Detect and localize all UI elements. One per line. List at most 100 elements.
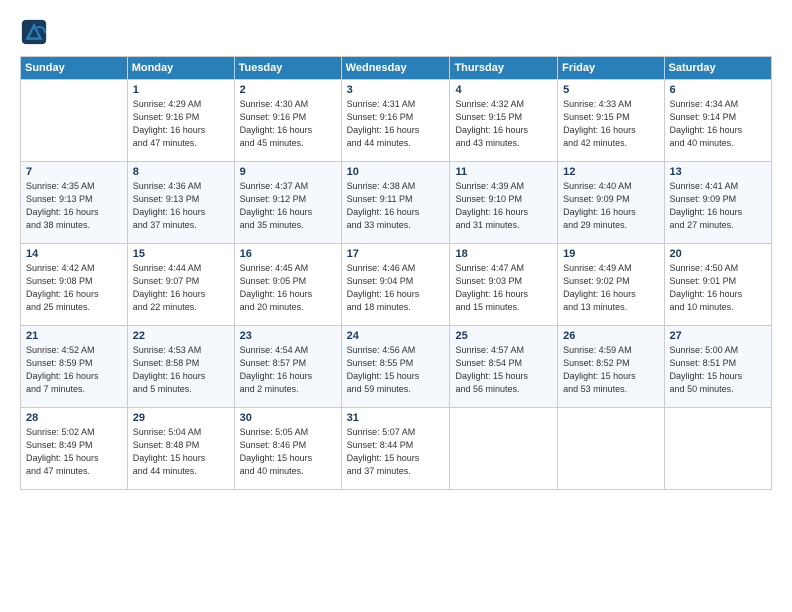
day-info: Sunrise: 4:33 AMSunset: 9:15 PMDaylight:… (563, 98, 658, 150)
calendar-cell: 26 Sunrise: 4:59 AMSunset: 8:52 PMDayligh… (558, 326, 664, 408)
calendar-cell: 2 Sunrise: 4:30 AMSunset: 9:16 PMDaylight… (234, 80, 341, 162)
day-info: Sunrise: 4:46 AMSunset: 9:04 PMDaylight:… (347, 262, 445, 314)
weekday-header-thursday: Thursday (450, 57, 558, 80)
calendar-cell: 8 Sunrise: 4:36 AMSunset: 9:13 PMDaylight… (127, 162, 234, 244)
day-info: Sunrise: 5:00 AMSunset: 8:51 PMDaylight:… (670, 344, 766, 396)
calendar-cell: 15Sunrise: 4:44 AMSunset: 9:07 PMDayligh… (127, 244, 234, 326)
calendar-cell: 1 Sunrise: 4:29 AMSunset: 9:16 PMDaylight… (127, 80, 234, 162)
day-number: 24 (347, 330, 445, 342)
calendar-cell: 14 Sunrise: 4:42 AMSunset: 9:08 PMDayligh… (21, 244, 128, 326)
calendar-cell: 27 Sunrise: 5:00 AMSunset: 8:51 PMDayligh… (664, 326, 771, 408)
day-info: Sunrise: 4:54 AMSunset: 8:57 PMDaylight:… (240, 344, 336, 396)
day-number: 10 (347, 166, 445, 178)
day-info: Sunrise: 4:59 AMSunset: 8:52 PMDaylight:… (563, 344, 658, 396)
day-info: Sunrise: 5:05 AMSunset: 8:46 PMDaylight:… (240, 426, 336, 478)
day-number: 19 (563, 248, 658, 260)
day-number: 14 (26, 248, 122, 260)
day-number: 7 (26, 166, 122, 178)
day-info: Sunrise: 4:57 AMSunset: 8:54 PMDaylight:… (455, 344, 552, 396)
day-number: 18 (455, 248, 552, 260)
calendar-cell: 5 Sunrise: 4:33 AMSunset: 9:15 PMDaylight… (558, 80, 664, 162)
day-number: 3 (347, 84, 445, 96)
day-number: 13 (670, 166, 766, 178)
calendar-cell: 16 Sunrise: 4:45 AMSunset: 9:05 PMDayligh… (234, 244, 341, 326)
weekday-header-wednesday: Wednesday (341, 57, 450, 80)
weekday-header-saturday: Saturday (664, 57, 771, 80)
day-number: 30 (240, 412, 336, 424)
logo (20, 18, 50, 46)
weekday-header-sunday: Sunday (21, 57, 128, 80)
day-info: Sunrise: 5:02 AMSunset: 8:49 PMDaylight:… (26, 426, 122, 478)
calendar-cell: 29 Sunrise: 5:04 AMSunset: 8:48 PMDayligh… (127, 408, 234, 490)
day-number: 31 (347, 412, 445, 424)
calendar-cell (21, 80, 128, 162)
day-number: 1 (133, 84, 229, 96)
day-number: 2 (240, 84, 336, 96)
calendar-cell: 19Sunrise: 4:49 AMSunset: 9:02 PMDayligh… (558, 244, 664, 326)
calendar-cell: 7 Sunrise: 4:35 AMSunset: 9:13 PMDaylight… (21, 162, 128, 244)
day-info: Sunrise: 4:41 AMSunset: 9:09 PMDaylight:… (670, 180, 766, 232)
day-info: Sunrise: 4:39 AMSunset: 9:10 PMDaylight:… (455, 180, 552, 232)
day-info: Sunrise: 4:53 AMSunset: 8:58 PMDaylight:… (133, 344, 229, 396)
calendar-cell: 21 Sunrise: 4:52 AMSunset: 8:59 PMDayligh… (21, 326, 128, 408)
day-info: Sunrise: 4:40 AMSunset: 9:09 PMDaylight:… (563, 180, 658, 232)
day-number: 5 (563, 84, 658, 96)
calendar-cell: 18 Sunrise: 4:47 AMSunset: 9:03 PMDayligh… (450, 244, 558, 326)
calendar-cell: 23Sunrise: 4:54 AMSunset: 8:57 PMDayligh… (234, 326, 341, 408)
day-number: 17 (347, 248, 445, 260)
logo-icon (20, 18, 48, 46)
calendar-cell: 20 Sunrise: 4:50 AMSunset: 9:01 PMDayligh… (664, 244, 771, 326)
day-info: Sunrise: 4:56 AMSunset: 8:55 PMDaylight:… (347, 344, 445, 396)
calendar-cell: 10 Sunrise: 4:38 AMSunset: 9:11 PMDayligh… (341, 162, 450, 244)
day-number: 29 (133, 412, 229, 424)
day-number: 9 (240, 166, 336, 178)
calendar-cell: 3 Sunrise: 4:31 AMSunset: 9:16 PMDaylight… (341, 80, 450, 162)
day-number: 26 (563, 330, 658, 342)
day-info: Sunrise: 5:04 AMSunset: 8:48 PMDaylight:… (133, 426, 229, 478)
calendar-cell: 11 Sunrise: 4:39 AMSunset: 9:10 PMDayligh… (450, 162, 558, 244)
calendar-cell: 9 Sunrise: 4:37 AMSunset: 9:12 PMDaylight… (234, 162, 341, 244)
calendar-table: SundayMondayTuesdayWednesdayThursdayFrid… (20, 56, 772, 490)
calendar-cell: 30 Sunrise: 5:05 AMSunset: 8:46 PMDayligh… (234, 408, 341, 490)
day-info: Sunrise: 4:35 AMSunset: 9:13 PMDaylight:… (26, 180, 122, 232)
calendar-cell: 31 Sunrise: 5:07 AMSunset: 8:44 PMDayligh… (341, 408, 450, 490)
calendar-cell: 28 Sunrise: 5:02 AMSunset: 8:49 PMDayligh… (21, 408, 128, 490)
calendar-cell (664, 408, 771, 490)
day-number: 21 (26, 330, 122, 342)
calendar-cell: 24 Sunrise: 4:56 AMSunset: 8:55 PMDayligh… (341, 326, 450, 408)
day-number: 8 (133, 166, 229, 178)
day-info: Sunrise: 5:07 AMSunset: 8:44 PMDaylight:… (347, 426, 445, 478)
day-info: Sunrise: 4:34 AMSunset: 9:14 PMDaylight:… (670, 98, 766, 150)
day-info: Sunrise: 4:52 AMSunset: 8:59 PMDaylight:… (26, 344, 122, 396)
day-info: Sunrise: 4:30 AMSunset: 9:16 PMDaylight:… (240, 98, 336, 150)
calendar-cell: 4Sunrise: 4:32 AMSunset: 9:15 PMDaylight… (450, 80, 558, 162)
day-info: Sunrise: 4:37 AMSunset: 9:12 PMDaylight:… (240, 180, 336, 232)
day-info: Sunrise: 4:36 AMSunset: 9:13 PMDaylight:… (133, 180, 229, 232)
weekday-header-monday: Monday (127, 57, 234, 80)
day-info: Sunrise: 4:50 AMSunset: 9:01 PMDaylight:… (670, 262, 766, 314)
calendar-week-row: 14 Sunrise: 4:42 AMSunset: 9:08 PMDayligh… (21, 244, 772, 326)
day-number: 28 (26, 412, 122, 424)
day-number: 22 (133, 330, 229, 342)
day-number: 27 (670, 330, 766, 342)
calendar-cell: 17 Sunrise: 4:46 AMSunset: 9:04 PMDayligh… (341, 244, 450, 326)
day-number: 16 (240, 248, 336, 260)
calendar-week-row: 21 Sunrise: 4:52 AMSunset: 8:59 PMDayligh… (21, 326, 772, 408)
weekday-header-tuesday: Tuesday (234, 57, 341, 80)
day-number: 20 (670, 248, 766, 260)
weekday-header-friday: Friday (558, 57, 664, 80)
calendar-cell (450, 408, 558, 490)
day-info: Sunrise: 4:38 AMSunset: 9:11 PMDaylight:… (347, 180, 445, 232)
day-info: Sunrise: 4:29 AMSunset: 9:16 PMDaylight:… (133, 98, 229, 150)
calendar-cell: 6Sunrise: 4:34 AMSunset: 9:14 PMDaylight… (664, 80, 771, 162)
day-number: 12 (563, 166, 658, 178)
header (20, 18, 772, 46)
day-info: Sunrise: 4:31 AMSunset: 9:16 PMDaylight:… (347, 98, 445, 150)
day-info: Sunrise: 4:44 AMSunset: 9:07 PMDaylight:… (133, 262, 229, 314)
calendar-cell: 13 Sunrise: 4:41 AMSunset: 9:09 PMDayligh… (664, 162, 771, 244)
day-info: Sunrise: 4:47 AMSunset: 9:03 PMDaylight:… (455, 262, 552, 314)
day-info: Sunrise: 4:45 AMSunset: 9:05 PMDaylight:… (240, 262, 336, 314)
day-info: Sunrise: 4:42 AMSunset: 9:08 PMDaylight:… (26, 262, 122, 314)
day-number: 11 (455, 166, 552, 178)
calendar-week-row: 7 Sunrise: 4:35 AMSunset: 9:13 PMDaylight… (21, 162, 772, 244)
